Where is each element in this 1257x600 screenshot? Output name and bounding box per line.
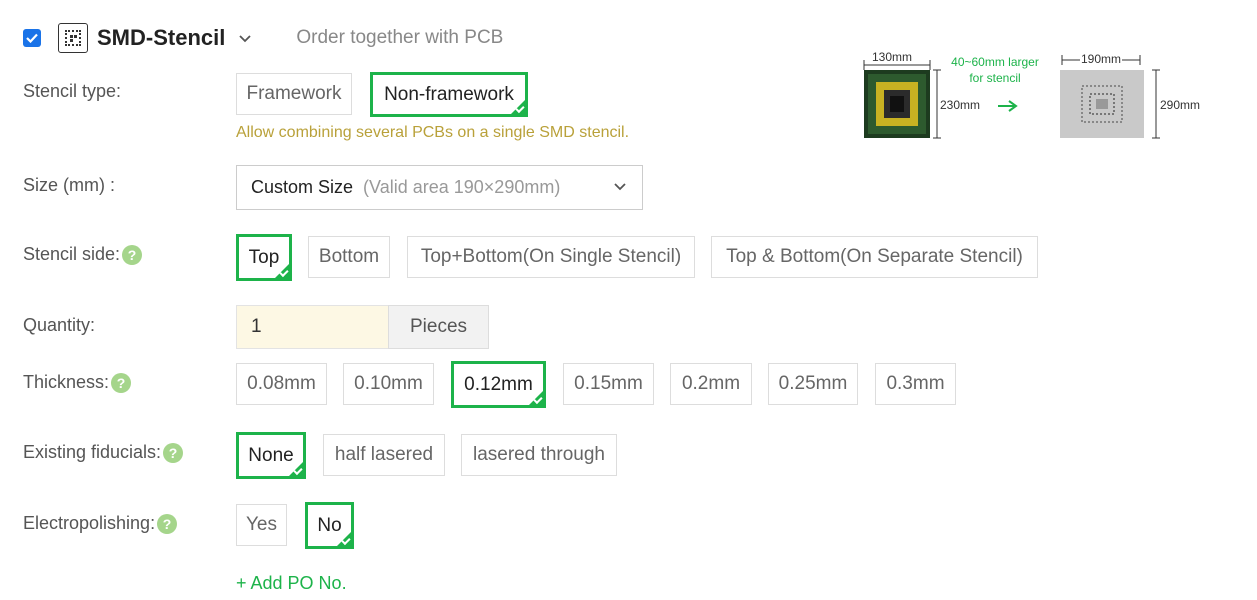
electropolishing-no[interactable]: No bbox=[305, 502, 354, 549]
fiducials-none[interactable]: None bbox=[236, 432, 306, 479]
fiducials-label: Existing fiducials: ? bbox=[23, 442, 184, 463]
stencil-icon bbox=[58, 23, 88, 53]
help-icon[interactable]: ? bbox=[157, 513, 178, 534]
checkmark-icon bbox=[26, 33, 38, 43]
stencil-width-label: 190mm bbox=[1080, 52, 1123, 66]
chevron-down-icon[interactable] bbox=[239, 30, 251, 46]
fiducials-lasered-through[interactable]: lasered through bbox=[461, 434, 617, 476]
chevron-down-icon bbox=[614, 178, 626, 194]
size-select-note: (Valid area 190×290mm) bbox=[363, 177, 561, 197]
stencil-height-label: 290mm bbox=[1160, 98, 1201, 112]
thickness-label: Thickness: ? bbox=[23, 372, 132, 393]
stencil-side-top[interactable]: Top bbox=[236, 234, 292, 281]
thickness-option-0-10[interactable]: 0.10mm bbox=[343, 363, 434, 405]
stencil-type-non-framework[interactable]: Non-framework bbox=[370, 72, 528, 117]
thickness-option-0-2[interactable]: 0.2mm bbox=[670, 363, 752, 405]
thickness-option-0-08[interactable]: 0.08mm bbox=[236, 363, 327, 405]
pcb-height-label: 230mm bbox=[940, 98, 981, 112]
thickness-option-0-12[interactable]: 0.12mm bbox=[451, 361, 546, 408]
electropolishing-label: Electropolishing: ? bbox=[23, 513, 178, 534]
stencil-size-diagram: 130mm 230mm 40~60mm larger for stencil 1… bbox=[860, 48, 1220, 143]
section-subtitle: Order together with PCB bbox=[296, 27, 504, 48]
stencil-type-framework[interactable]: Framework bbox=[236, 73, 352, 115]
stencil-side-bottom[interactable]: Bottom bbox=[308, 236, 390, 278]
stencil-header: SMD-Stencil Order together with PCB bbox=[23, 22, 503, 54]
section-title: SMD-Stencil bbox=[97, 25, 226, 50]
quantity-label: Quantity: bbox=[23, 315, 96, 335]
thickness-option-0-3[interactable]: 0.3mm bbox=[875, 363, 956, 405]
quantity-input[interactable]: 1 bbox=[236, 305, 389, 349]
help-icon[interactable]: ? bbox=[111, 372, 132, 393]
size-label: Size (mm) : bbox=[23, 175, 115, 195]
electropolishing-yes[interactable]: Yes bbox=[236, 504, 287, 546]
thickness-option-0-25[interactable]: 0.25mm bbox=[768, 363, 858, 405]
size-select-value: Custom Size bbox=[251, 177, 354, 197]
size-select[interactable]: Custom Size (Valid area 190×290mm) bbox=[236, 165, 643, 210]
stencil-side-top-bottom-single[interactable]: Top+Bottom(On Single Stencil) bbox=[407, 236, 695, 278]
fiducials-half-lasered[interactable]: half lasered bbox=[323, 434, 445, 476]
stencil-type-hint: Allow combining several PCBs on a single… bbox=[236, 124, 630, 141]
include-stencil-checkbox[interactable] bbox=[23, 29, 41, 47]
stencil-side-top-bottom-separate[interactable]: Top & Bottom(On Separate Stencil) bbox=[711, 236, 1038, 278]
thickness-option-0-15[interactable]: 0.15mm bbox=[563, 363, 654, 405]
help-icon[interactable]: ? bbox=[122, 244, 143, 265]
add-po-link[interactable]: + Add PO No. bbox=[236, 573, 347, 594]
stencil-margin-note-line2: for stencil bbox=[969, 71, 1021, 85]
quantity-unit: Pieces bbox=[388, 305, 489, 349]
stencil-type-label: Stencil type: bbox=[23, 81, 122, 101]
stencil-side-label: Stencil side: ? bbox=[23, 244, 143, 265]
help-icon[interactable]: ? bbox=[163, 442, 184, 463]
stencil-margin-note-line1: 40~60mm larger bbox=[951, 55, 1039, 69]
